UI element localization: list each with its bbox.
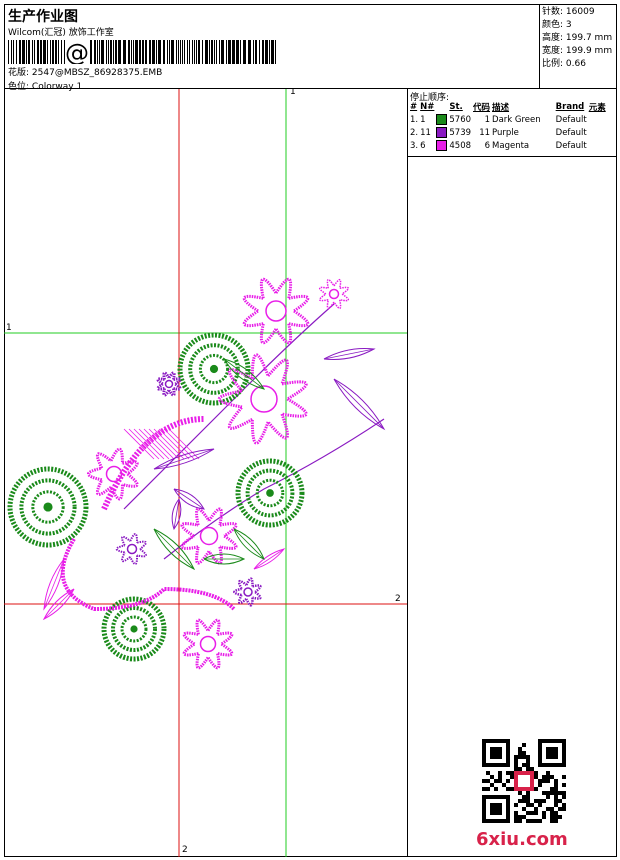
embroidery-preview: 1 1 2 2 <box>4 89 408 857</box>
qr-code <box>482 739 566 823</box>
table-row: 1. 1 5760 1 Dark Green Default <box>410 114 587 125</box>
page-title: 生产作业图 <box>8 9 78 25</box>
design-value: 2547@MBSZ_86928375.EMB <box>31 68 163 78</box>
company-name: Wilcom(汇冠) 放饰工作室 <box>8 28 114 38</box>
spec-height: 高度: 199.7 mm <box>542 33 613 43</box>
specs-panel: 针数: 16009 颜色: 3 高度: 199.7 mm 宽度: 199.9 m… <box>540 4 617 88</box>
spec-scale: 比例: 0.66 <box>542 59 586 69</box>
color-swatch <box>436 127 448 138</box>
design-file-line: 花版: 2547@MBSZ_86928375.EMB <box>8 65 162 78</box>
header-panel: 生产作业图 Wilcom(汇冠) 放饰工作室 @ 花版: 2547@MBSZ_8… <box>4 4 540 92</box>
stop-sequence-panel: 停止顺序: # N# St. 代码 描述 Brand 元素 1. 1 5760 … <box>408 89 617 857</box>
color-swatch <box>436 114 448 125</box>
stop-list: 停止顺序: # N# St. 代码 描述 Brand 元素 1. 1 5760 … <box>408 89 617 157</box>
spec-colors: 颜色: 3 <box>542 20 572 30</box>
spec-stitches: 针数: 16009 <box>542 7 595 17</box>
stop-table: # N# St. 代码 描述 Brand 元素 1. 1 5760 1 Dark… <box>409 101 607 152</box>
color-swatch <box>436 140 448 151</box>
guide-label-top: 1 <box>290 89 296 97</box>
spec-width: 宽度: 199.9 mm <box>542 46 613 56</box>
stop-table-header: # N# St. 代码 描述 Brand 元素 <box>410 102 606 113</box>
table-row: 3. 6 4508 6 Magenta Default <box>410 140 587 151</box>
guide-label-bottom: 2 <box>182 845 188 855</box>
guide-label-left: 1 <box>6 323 12 333</box>
embroidery-artwork <box>4 89 407 857</box>
watermark-logo: 6xiu.com <box>476 829 568 850</box>
table-row: 2. 11 5739 11 Purple Default <box>410 127 587 138</box>
floral-motif <box>7 277 386 670</box>
svg-text:@: @ <box>65 40 89 64</box>
guide-label-right: 2 <box>395 594 401 604</box>
barcode: @ <box>8 40 276 64</box>
design-label: 花版: <box>8 68 30 78</box>
